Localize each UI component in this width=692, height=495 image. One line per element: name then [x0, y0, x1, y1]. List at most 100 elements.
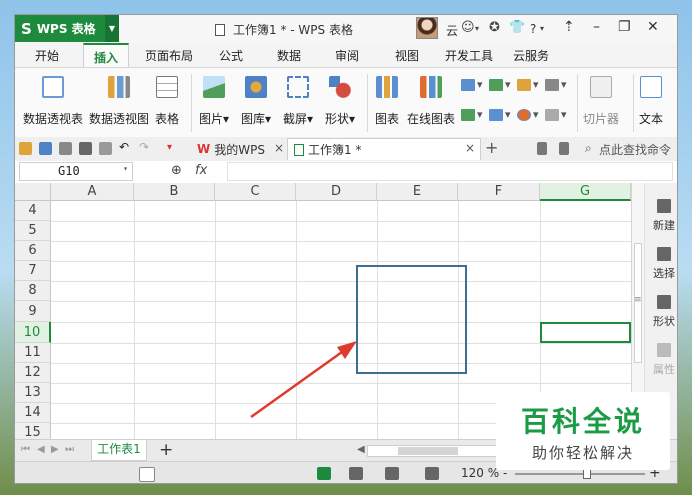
user-name[interactable]: 云	[446, 22, 458, 39]
bar-chart-dropdown[interactable]: ▾	[489, 78, 511, 91]
table-button[interactable]: 表格	[155, 76, 179, 127]
tab-cloud-services[interactable]: 云服务	[513, 47, 549, 64]
side-select-button[interactable]: 选择	[650, 247, 677, 281]
print-preview-icon[interactable]	[99, 142, 112, 155]
customize-toolbar-icon[interactable]: ▾	[167, 142, 180, 155]
horizontal-scrollbar-thumb[interactable]	[398, 447, 458, 455]
radar-chart-dropdown[interactable]: ▾	[545, 78, 567, 91]
column-header-d[interactable]: D	[296, 183, 377, 201]
tab-page-layout[interactable]: 页面布局	[145, 47, 193, 64]
picture-button[interactable]: 图片▾	[199, 76, 229, 127]
row-header-5[interactable]: 5	[15, 221, 51, 241]
page-break-view-icon[interactable]	[349, 467, 363, 480]
close-button[interactable]: ✕	[647, 19, 659, 35]
macro-record-icon[interactable]	[139, 467, 155, 482]
tab-developer[interactable]: 开发工具	[445, 47, 493, 64]
app-menu-dropdown-icon[interactable]: ▼	[105, 15, 119, 42]
zoom-slider-knob[interactable]	[583, 469, 591, 479]
row-header-9[interactable]: 9	[15, 301, 51, 322]
zoom-lens-icon[interactable]: ⊕	[171, 163, 182, 178]
row-header-14[interactable]: 14	[15, 403, 51, 423]
help-dropdown-icon[interactable]: ▾	[540, 24, 544, 33]
stock-chart-dropdown[interactable]: ▾	[489, 108, 511, 121]
tab-review[interactable]: 审阅	[335, 47, 359, 64]
close-workbook-tab-icon[interactable]: ×	[465, 141, 475, 155]
help-button[interactable]: ?	[530, 22, 536, 36]
user-avatar[interactable]	[416, 17, 438, 39]
maximize-button[interactable]: ❐	[618, 19, 631, 35]
tab-view[interactable]: 视图	[395, 47, 419, 64]
select-all-corner[interactable]	[15, 183, 51, 201]
restore-to-top-icon[interactable]: ⇡	[563, 19, 575, 35]
emoji-icon[interactable]: ☺	[461, 20, 475, 35]
zoom-level[interactable]: 120 %	[461, 466, 499, 480]
row-header-10[interactable]: 10	[15, 322, 51, 343]
row-header-11[interactable]: 11	[15, 343, 51, 363]
wps-app-menu-button[interactable]: S WPS 表格 ▼	[15, 15, 119, 42]
screenshot-button[interactable]: 截屏▾	[283, 76, 313, 127]
prev-sheet-arrow-icon[interactable]: ◀	[37, 444, 45, 455]
command-search-input[interactable]: 点此查找命令	[599, 141, 671, 158]
side-new-button[interactable]: 新建	[650, 199, 677, 233]
redo-icon[interactable]: ↷	[139, 140, 152, 154]
side-shapes-button[interactable]: 形状	[650, 295, 677, 329]
search-icon[interactable]: ⌕	[585, 141, 592, 156]
normal-view-icon[interactable]	[317, 467, 331, 480]
last-sheet-arrow-icon[interactable]: ⏭	[65, 444, 74, 455]
column-header-b[interactable]: B	[134, 183, 215, 201]
textbox-button[interactable]: 文本	[639, 76, 663, 127]
print-icon[interactable]	[79, 142, 92, 155]
column-header-e[interactable]: E	[377, 183, 458, 201]
name-box[interactable]: G10 ▾	[19, 162, 133, 181]
formula-input[interactable]	[227, 162, 673, 181]
name-box-dropdown-icon[interactable]: ▾	[123, 164, 128, 173]
horizontal-scrollbar[interactable]	[367, 445, 507, 457]
column-header-f[interactable]: F	[458, 183, 540, 201]
tab-insert[interactable]: 插入	[83, 43, 130, 67]
reading-mode-icon[interactable]	[385, 467, 399, 480]
tab-formulas[interactable]: 公式	[219, 47, 243, 64]
column-header-a[interactable]: A	[51, 183, 134, 201]
slicer-button[interactable]: 切片器	[583, 76, 619, 127]
column-chart-dropdown[interactable]: ▾	[461, 78, 483, 91]
row-header-15[interactable]: 15	[15, 423, 51, 439]
feedback-icon[interactable]: ✪	[489, 20, 500, 35]
close-my-wps-tab-icon[interactable]: ×	[274, 141, 284, 155]
first-sheet-arrow-icon[interactable]: ⏮	[21, 444, 30, 455]
side-properties-button[interactable]: 属性	[650, 343, 677, 377]
shapes-button[interactable]: 形状▾	[325, 76, 355, 127]
row-header-6[interactable]: 6	[15, 241, 51, 261]
hscroll-left-arrow-icon[interactable]: ◀	[357, 444, 365, 455]
share-icon[interactable]	[559, 142, 569, 155]
insert-function-button[interactable]: fx	[195, 163, 207, 178]
gallery-button[interactable]: 图库▾	[241, 76, 271, 127]
chart-button[interactable]: 图表	[375, 76, 399, 127]
tab-start[interactable]: 开始	[35, 47, 59, 64]
row-header-7[interactable]: 7	[15, 261, 51, 281]
row-header-8[interactable]: 8	[15, 281, 51, 301]
zoom-slider[interactable]	[515, 469, 645, 479]
new-tab-icon[interactable]: +	[485, 138, 498, 157]
row-header-4[interactable]: 4	[15, 201, 51, 221]
minimize-button[interactable]: –	[593, 19, 600, 35]
skin-shirt-icon[interactable]: 👕	[509, 20, 525, 35]
column-header-g[interactable]: G	[540, 183, 631, 201]
save-as-icon[interactable]	[59, 142, 72, 155]
tab-data[interactable]: 数据	[277, 47, 301, 64]
pie-chart-dropdown[interactable]: ▾	[517, 108, 539, 121]
pivot-chart-button[interactable]: 数据透视图	[89, 76, 149, 127]
add-sheet-button[interactable]: +	[159, 440, 173, 460]
side-panel-collapse-handle[interactable]	[677, 315, 678, 375]
sheet-tab-1[interactable]: 工作表1	[91, 440, 147, 461]
line-chart-dropdown[interactable]: ▾	[517, 78, 539, 91]
online-chart-button[interactable]: 在线图表	[407, 76, 455, 127]
row-header-12[interactable]: 12	[15, 363, 51, 383]
area-chart-dropdown[interactable]: ▾	[461, 108, 483, 121]
pivot-table-button[interactable]: 数据透视表	[23, 76, 83, 127]
row-header-13[interactable]: 13	[15, 383, 51, 403]
open-folder-icon[interactable]	[19, 142, 32, 155]
active-cell-g10[interactable]	[540, 322, 631, 343]
next-sheet-arrow-icon[interactable]: ▶	[51, 444, 59, 455]
scatter-chart-dropdown[interactable]: ▾	[545, 108, 567, 121]
tab-my-wps[interactable]: W 我的WPS	[191, 138, 271, 160]
